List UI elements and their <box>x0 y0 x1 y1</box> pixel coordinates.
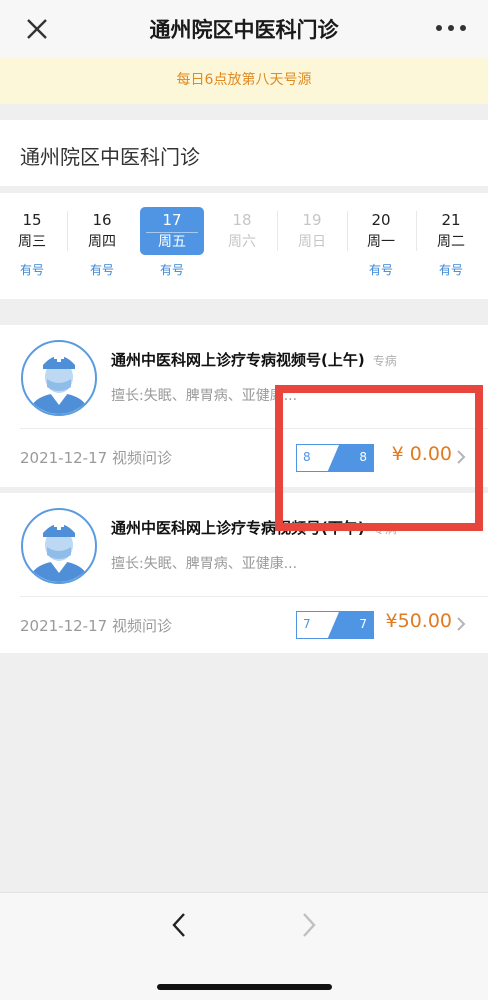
date-weekday: 周五 <box>158 234 186 250</box>
date-divider <box>347 211 348 251</box>
notice-banner: 每日6点放第八天号源 <box>0 57 488 104</box>
date-weekday: 周三 <box>18 234 46 250</box>
date-item-19[interactable]: 19 周日 <box>280 207 348 287</box>
date-availability: 有号 <box>19 263 44 277</box>
date-day: 21 <box>441 211 461 229</box>
chevron-right-icon <box>457 617 466 631</box>
date-item-15[interactable]: 15 周三 有号 <box>0 207 68 287</box>
schedule-name: 通州中医科网上诊疗专病视频号(上午) <box>111 351 365 369</box>
more-icon[interactable] <box>434 16 468 40</box>
quota-remaining: 7 <box>303 617 311 631</box>
date-availability: 有号 <box>438 263 463 277</box>
department-name: 通州院区中医科门诊 <box>20 145 200 169</box>
doctor-avatar-icon <box>21 508 97 584</box>
date-divider <box>277 211 278 251</box>
title-bar: 通州院区中医科门诊 <box>0 0 488 57</box>
date-day: 17 <box>162 211 182 229</box>
date-weekday: 周四 <box>88 234 116 250</box>
date-weekday: 周日 <box>298 234 326 250</box>
price-label: ¥50.00 <box>385 610 452 632</box>
date-day: 20 <box>371 211 391 229</box>
doctor-specialty: 擅长:失眠、脾胃病、亚健康... <box>111 388 298 404</box>
date-item-18[interactable]: 18 周六 <box>210 207 278 287</box>
date-item-17-selected[interactable]: 17 周五 有号 <box>140 207 204 287</box>
date-weekday: 周二 <box>437 234 465 250</box>
date-availability: 有号 <box>89 263 114 277</box>
department-header: 通州院区中医科门诊 <box>0 120 488 186</box>
card-divider <box>20 596 488 597</box>
date-day: 19 <box>302 211 322 229</box>
date-weekday: 周一 <box>367 234 395 250</box>
doctor-avatar-icon <box>21 340 97 416</box>
visit-date-type: 2021-12-17 视频问诊 <box>20 617 172 635</box>
page-title: 通州院区中医科门诊 <box>149 18 339 42</box>
date-day: 18 <box>232 211 252 229</box>
schedule-tag: 专病 <box>372 354 397 368</box>
date-selector: 15 周三 有号 16 周四 有号 17 周五 有号 18 周六 19 周日 20 周一 有… <box>0 193 488 299</box>
date-item-20[interactable]: 20 周一 有号 <box>349 207 417 287</box>
date-availability: 有号 <box>159 263 184 277</box>
date-divider <box>67 211 68 251</box>
date-day: 16 <box>92 211 112 229</box>
highlight-annotation-box <box>275 385 483 531</box>
date-weekday: 周六 <box>228 234 256 250</box>
back-arrow-icon[interactable] <box>170 911 188 939</box>
date-divider <box>416 211 417 251</box>
date-item-16[interactable]: 16 周四 有号 <box>70 207 134 287</box>
quota-indicator: 7 7 <box>296 611 374 639</box>
date-availability: 有号 <box>368 263 393 277</box>
date-item-21[interactable]: 21 周二 有号 <box>419 207 483 287</box>
home-indicator <box>157 984 332 990</box>
visit-date-type: 2021-12-17 视频问诊 <box>20 449 172 467</box>
date-day: 15 <box>22 211 42 229</box>
schedule-title: 通州中医科网上诊疗专病视频号(上午) 专病 <box>111 349 397 370</box>
doctor-specialty: 擅长:失眠、脾胃病、亚健康... <box>111 556 298 572</box>
quota-total: 7 <box>359 617 367 631</box>
forward-arrow-icon[interactable] <box>300 911 318 939</box>
